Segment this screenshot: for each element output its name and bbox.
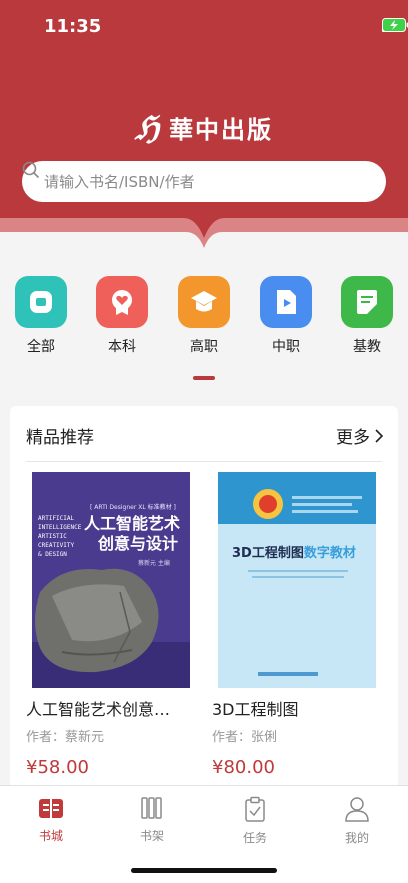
tab-label: 我的 bbox=[344, 831, 369, 845]
tab-profile[interactable]: 我的 bbox=[327, 796, 387, 846]
divider bbox=[26, 461, 382, 462]
book-cover[interactable]: [ ARTI Designer XL 标准教材 ] ARTIFICIAL INT… bbox=[32, 472, 190, 688]
search-icon bbox=[22, 161, 40, 179]
book-shop-icon bbox=[39, 799, 63, 818]
recommend-section: 精品推荐 更多 [ ARTI Designer XL 标准教材 ] ARTIFI… bbox=[10, 406, 398, 806]
cover-title: 3D工程制图数字教材 bbox=[232, 546, 356, 561]
home-indicator[interactable] bbox=[131, 868, 277, 873]
cover-artwork bbox=[218, 472, 376, 688]
bookshelf-icon bbox=[141, 797, 162, 819]
book-title: 3D工程制图 bbox=[212, 700, 299, 719]
tab-label: 书城 bbox=[38, 829, 63, 843]
brand-logo: ℌ 華中出版 bbox=[0, 110, 408, 145]
chat-bubble-icon bbox=[15, 276, 67, 328]
category-higher-vocational[interactable]: 高职 bbox=[169, 276, 239, 356]
tab-label: 书架 bbox=[139, 829, 164, 843]
person-icon bbox=[345, 797, 369, 822]
book-item[interactable]: 3D工程制图数字教材 3D工程制图 作者：张俐 ¥80.00 bbox=[212, 472, 382, 778]
category-grid: 全部 本科 高职 中职 基教 bbox=[0, 276, 408, 356]
category-label: 本科 bbox=[108, 339, 136, 355]
brand-name: 華中出版 bbox=[169, 115, 274, 144]
tab-bookshelf[interactable]: 书架 bbox=[122, 796, 182, 844]
book-item[interactable]: [ ARTI Designer XL 标准教材 ] ARTIFICIAL INT… bbox=[26, 472, 196, 778]
tab-bookstore[interactable]: 书城 bbox=[21, 796, 81, 844]
book-author: 作者：张俐 bbox=[212, 730, 278, 745]
section-title: 精品推荐 bbox=[26, 428, 94, 448]
more-link[interactable]: 更多 bbox=[336, 423, 384, 448]
document-icon bbox=[341, 276, 393, 328]
cover-editor: 蔡新元 主编 bbox=[138, 560, 170, 567]
page-indicator bbox=[193, 376, 215, 380]
cover-english-title: ARTIFICIAL INTELLIGENCE ARTISTIC CREATIV… bbox=[38, 515, 82, 558]
badge-heart-icon bbox=[96, 276, 148, 328]
category-all[interactable]: 全部 bbox=[6, 276, 76, 356]
cover-title: 人工智能艺术 创意与设计 bbox=[84, 514, 181, 553]
header: 11:35 ℌ 華中出版 bbox=[0, 0, 408, 250]
search-input[interactable] bbox=[44, 172, 344, 191]
tab-tasks[interactable]: 任务 bbox=[225, 796, 285, 846]
category-basic-education[interactable]: 基教 bbox=[332, 276, 402, 356]
book-cover[interactable]: 3D工程制图数字教材 bbox=[218, 472, 376, 688]
category-secondary-vocational[interactable]: 中职 bbox=[251, 276, 321, 356]
clipboard-check-icon bbox=[245, 796, 265, 822]
battery-icon bbox=[382, 18, 408, 32]
chevron-right-icon bbox=[375, 428, 384, 443]
status-bar: 11:35 bbox=[0, 14, 408, 42]
book-price: ¥58.00 bbox=[26, 757, 89, 778]
tab-label: 任务 bbox=[242, 831, 267, 845]
book-title: 人工智能艺术创意… bbox=[26, 700, 171, 719]
video-file-icon bbox=[260, 276, 312, 328]
book-price: ¥80.00 bbox=[212, 757, 275, 778]
book-author: 作者：蔡新元 bbox=[26, 730, 105, 745]
category-label: 全部 bbox=[27, 339, 55, 355]
graduation-cap-icon bbox=[178, 276, 230, 328]
category-label: 基教 bbox=[353, 339, 381, 355]
status-time: 11:35 bbox=[44, 16, 102, 37]
category-undergraduate[interactable]: 本科 bbox=[87, 276, 157, 356]
category-label: 高职 bbox=[190, 339, 218, 355]
logo-mark: ℌ bbox=[134, 108, 160, 147]
category-label: 中职 bbox=[272, 339, 300, 355]
search-bar[interactable] bbox=[22, 161, 386, 202]
cover-series: [ ARTI Designer XL 标准教材 ] bbox=[90, 504, 176, 511]
more-label: 更多 bbox=[336, 428, 370, 448]
